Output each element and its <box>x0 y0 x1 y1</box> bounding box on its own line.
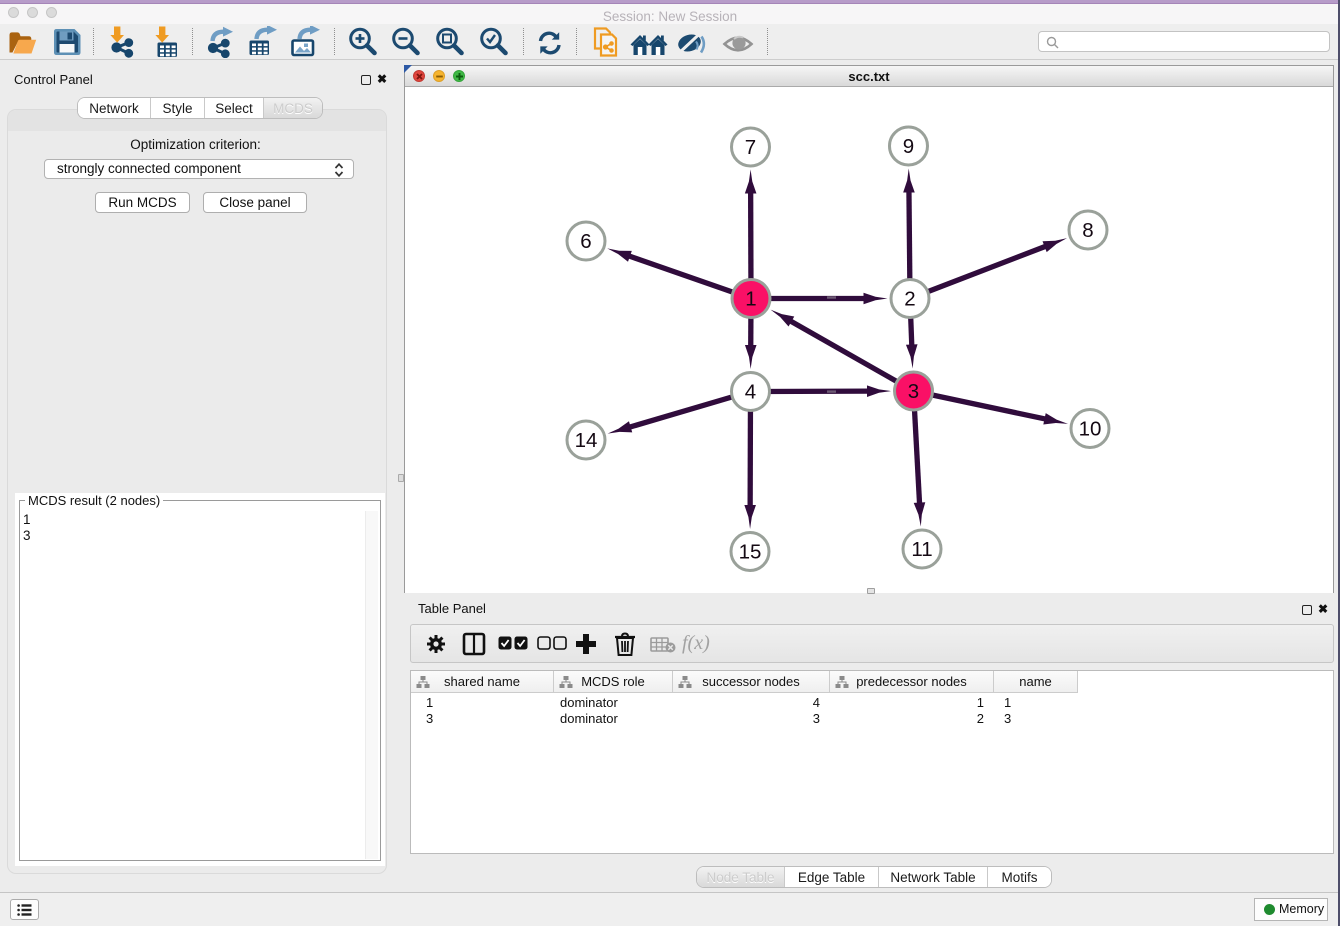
svg-text:7: 7 <box>745 136 756 159</box>
svg-text:9: 9 <box>903 135 914 158</box>
svg-text:4: 4 <box>745 381 756 404</box>
svg-text:15: 15 <box>739 541 762 564</box>
svg-text:6: 6 <box>580 230 591 253</box>
svg-text:10: 10 <box>1079 418 1102 441</box>
svg-text:14: 14 <box>575 429 598 452</box>
svg-text:2: 2 <box>904 288 915 311</box>
svg-text:8: 8 <box>1082 219 1093 242</box>
svg-text:1: 1 <box>745 288 756 311</box>
svg-text:11: 11 <box>911 538 932 561</box>
svg-text:3: 3 <box>908 380 919 403</box>
